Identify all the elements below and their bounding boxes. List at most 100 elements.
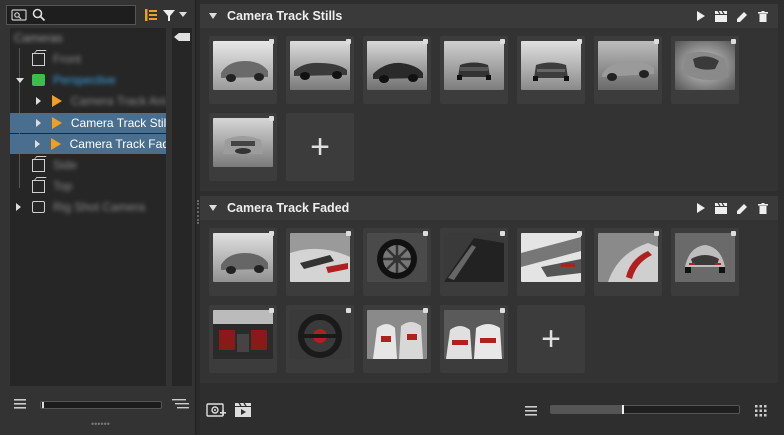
play-icon bbox=[50, 138, 61, 150]
clapboard-icon[interactable] bbox=[714, 201, 728, 215]
collapse-arrow-icon[interactable] bbox=[209, 13, 217, 19]
tree-item-side[interactable]: Side bbox=[10, 155, 166, 175]
search-icon[interactable] bbox=[32, 8, 46, 22]
viewpoint-thumbnail[interactable] bbox=[363, 36, 431, 104]
pin-icon bbox=[346, 231, 351, 236]
filter-icon[interactable] bbox=[160, 6, 178, 24]
car-thumbnail-image bbox=[444, 41, 504, 90]
car-thumbnail-image bbox=[367, 41, 427, 90]
play-icon[interactable] bbox=[693, 9, 707, 23]
viewpoint-thumbnail[interactable] bbox=[440, 305, 508, 373]
viewpoint-thumbnail[interactable] bbox=[517, 228, 585, 296]
expand-arrow-icon[interactable] bbox=[35, 97, 41, 105]
viewpoint-thumbnail[interactable] bbox=[286, 36, 354, 104]
section-header-faded[interactable]: Camera Track Faded bbox=[200, 196, 778, 220]
viewpoint-thumbnail[interactable] bbox=[363, 305, 431, 373]
slider-thumb[interactable] bbox=[42, 402, 44, 408]
tree-item-camera-track-animation[interactable]: Camera Track Ani bbox=[10, 91, 166, 111]
tree-toolbar bbox=[6, 4, 192, 26]
viewpoint-thumbnail[interactable] bbox=[594, 228, 662, 296]
viewpoint-thumbnail[interactable] bbox=[363, 228, 431, 296]
viewpoint-thumbnail[interactable] bbox=[671, 228, 739, 296]
splitter-grip bbox=[197, 200, 199, 224]
viewpoint-thumbnail[interactable] bbox=[440, 36, 508, 104]
pin-icon bbox=[500, 231, 505, 236]
car-thumbnail-image bbox=[675, 41, 735, 90]
list-icon[interactable] bbox=[172, 398, 190, 410]
car-thumbnail-image bbox=[213, 41, 273, 90]
thumbnail-size-slider[interactable] bbox=[550, 405, 740, 414]
plus-icon: + bbox=[310, 128, 330, 166]
play-icon bbox=[51, 95, 62, 107]
cube-icon bbox=[32, 158, 45, 172]
viewpoint-thumbnail[interactable] bbox=[209, 36, 277, 104]
tree-search-field[interactable] bbox=[6, 5, 136, 25]
tree-item-top[interactable]: Top bbox=[10, 176, 166, 196]
viewpoint-thumbnail[interactable] bbox=[286, 305, 354, 373]
viewpoint-thumbnail[interactable] bbox=[286, 228, 354, 296]
edit-icon[interactable] bbox=[735, 201, 749, 215]
pin-icon bbox=[269, 39, 274, 44]
delete-icon[interactable] bbox=[756, 9, 770, 23]
camera-search-icon[interactable] bbox=[11, 9, 27, 21]
tree-item-label: Front bbox=[53, 52, 82, 66]
grid-icon[interactable] bbox=[755, 405, 767, 417]
add-viewpoint-button[interactable]: + bbox=[286, 113, 354, 181]
tree-item-cameras[interactable]: Cameras bbox=[10, 28, 166, 48]
tree-item-perspective[interactable]: Perspective bbox=[10, 70, 166, 90]
clapboard-icon[interactable] bbox=[714, 9, 728, 23]
expand-arrow-icon[interactable] bbox=[16, 77, 24, 83]
tree-search-input[interactable] bbox=[51, 7, 129, 23]
camera-tree-panel: Cameras Front Perspective Camera Track A… bbox=[0, 0, 196, 435]
tag-icon[interactable] bbox=[174, 33, 190, 41]
section-header-stills[interactable]: Camera Track Stills bbox=[200, 4, 778, 28]
edit-icon[interactable] bbox=[735, 9, 749, 23]
expand-arrow-icon[interactable] bbox=[35, 140, 41, 148]
slider-fill bbox=[551, 406, 623, 413]
cube-icon bbox=[32, 52, 45, 66]
tree-item-camera-track-faded[interactable]: Camera Track Fad bbox=[10, 134, 166, 154]
car-thumbnail-image bbox=[521, 41, 581, 90]
add-viewpoint-icon[interactable] bbox=[206, 402, 226, 418]
slider-thumb[interactable] bbox=[622, 405, 625, 414]
resize-grip[interactable]: •••••• bbox=[91, 419, 110, 429]
car-thumbnail-image bbox=[598, 41, 658, 90]
play-icon[interactable] bbox=[693, 201, 707, 215]
car-thumbnail-image bbox=[444, 233, 504, 282]
tag-column bbox=[172, 28, 192, 386]
section-actions bbox=[693, 196, 770, 220]
pin-icon bbox=[423, 308, 428, 313]
hierarchy-icon[interactable] bbox=[142, 6, 160, 24]
section-body-stills: + bbox=[200, 28, 778, 191]
viewpoint-thumbnail[interactable] bbox=[209, 113, 277, 181]
viewpoint-thumbnail[interactable] bbox=[209, 228, 277, 296]
pin-icon bbox=[731, 39, 736, 44]
viewpoint-thumbnail[interactable] bbox=[594, 36, 662, 104]
viewpoint-thumbnail[interactable] bbox=[671, 36, 739, 104]
viewpoint-thumbnail[interactable] bbox=[517, 36, 585, 104]
car-thumbnail-image bbox=[290, 41, 350, 90]
pin-icon bbox=[654, 231, 659, 236]
expand-arrow-icon[interactable] bbox=[16, 203, 21, 211]
add-viewpoint-button[interactable]: + bbox=[517, 305, 585, 373]
expand-arrow-icon[interactable] bbox=[35, 119, 41, 127]
delete-icon[interactable] bbox=[756, 201, 770, 215]
tree-size-slider[interactable] bbox=[40, 401, 162, 409]
tree-item-rig-shot-camera[interactable]: Rig Shot Camera bbox=[10, 197, 166, 217]
collapse-arrow-icon[interactable] bbox=[209, 205, 217, 211]
chevron-down-icon[interactable] bbox=[178, 6, 188, 24]
tree-item-label: Camera Track Fad bbox=[69, 137, 166, 151]
viewpoint-thumbnail[interactable] bbox=[440, 228, 508, 296]
tree-item-camera-track-stills[interactable]: Camera Track Stil bbox=[10, 113, 166, 133]
pin-icon bbox=[346, 308, 351, 313]
section-actions bbox=[693, 4, 770, 28]
cube-icon bbox=[32, 179, 45, 193]
wheel-thumbnail-image bbox=[367, 233, 427, 282]
tree-item-label: Cameras bbox=[14, 31, 63, 45]
menu-icon[interactable] bbox=[525, 405, 539, 417]
menu-icon[interactable] bbox=[14, 398, 28, 410]
tree-item-front[interactable]: Front bbox=[10, 49, 166, 69]
add-track-icon[interactable] bbox=[234, 402, 256, 418]
section-title: Camera Track Stills bbox=[227, 9, 343, 23]
viewpoint-thumbnail[interactable] bbox=[209, 305, 277, 373]
